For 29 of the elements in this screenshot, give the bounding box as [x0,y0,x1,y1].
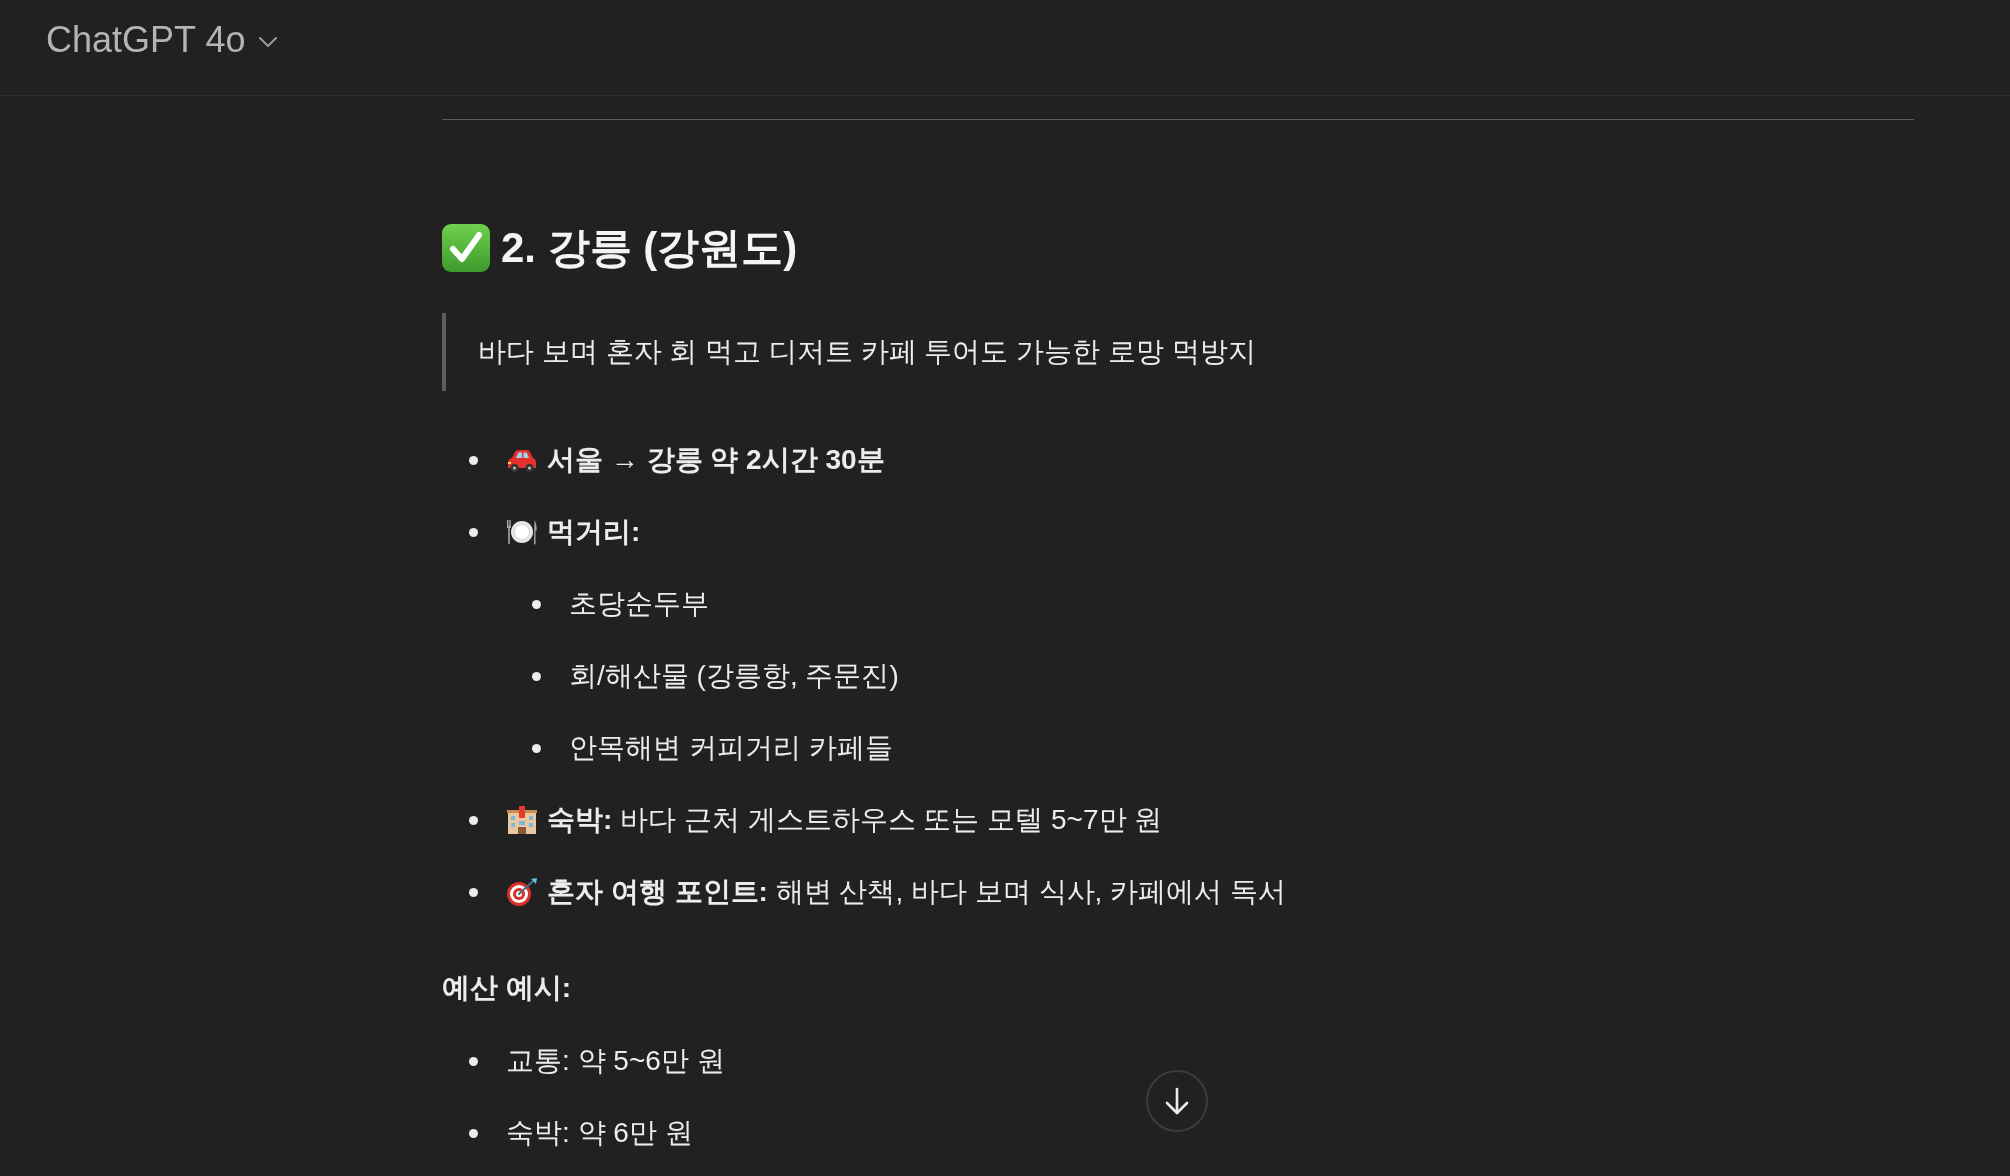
bullet-icon [469,815,478,825]
plate-cutlery-icon [506,518,538,546]
model-selector-button[interactable]: ChatGPT 4o [36,16,288,64]
list-item-text: 숙박: 약 6만 원 [506,1116,693,1150]
bullet-icon [532,743,541,753]
bullet-icon [532,671,541,681]
list-item-text: 회/해산물 (강릉항, 주문진) [569,659,899,693]
budget-label: 예산 예시: [442,971,572,1005]
quote-text: 바다 보며 혼자 회 먹고 디저트 카페 투어도 가능한 로망 먹방지 [478,335,1256,369]
bullet-icon [469,887,478,897]
section-heading: 2. 강릉 (강원도) [501,223,798,273]
list-item-text: 서울 → 강릉 약 2시간 30분 [547,443,885,477]
bullet-icon [532,599,541,609]
bullet-icon [469,527,478,537]
dart-target-icon [506,877,538,907]
list-item-text: 초당순두부 [569,587,709,621]
list-item-text: 숙박: 바다 근처 게스트하우스 또는 모텔 5~7만 원 [547,803,1163,837]
list-item-text: 혼자 여행 포인트: 해변 산책, 바다 보며 식사, 카페에서 독서 [547,875,1286,909]
check-mark-icon [442,224,490,272]
car-icon [506,447,538,473]
list-item-text: 교통: 약 5~6만 원 [506,1044,725,1078]
bullet-icon [469,1128,478,1138]
list-item-text: 먹거리: [547,515,641,549]
list-item-text: 안목해변 커피거리 카페들 [569,731,893,765]
chevron-down-icon [259,37,278,47]
arrow-down-icon [1164,1087,1190,1115]
building-icon [506,805,538,835]
bullet-icon [469,455,478,465]
bullet-icon [469,1056,478,1066]
